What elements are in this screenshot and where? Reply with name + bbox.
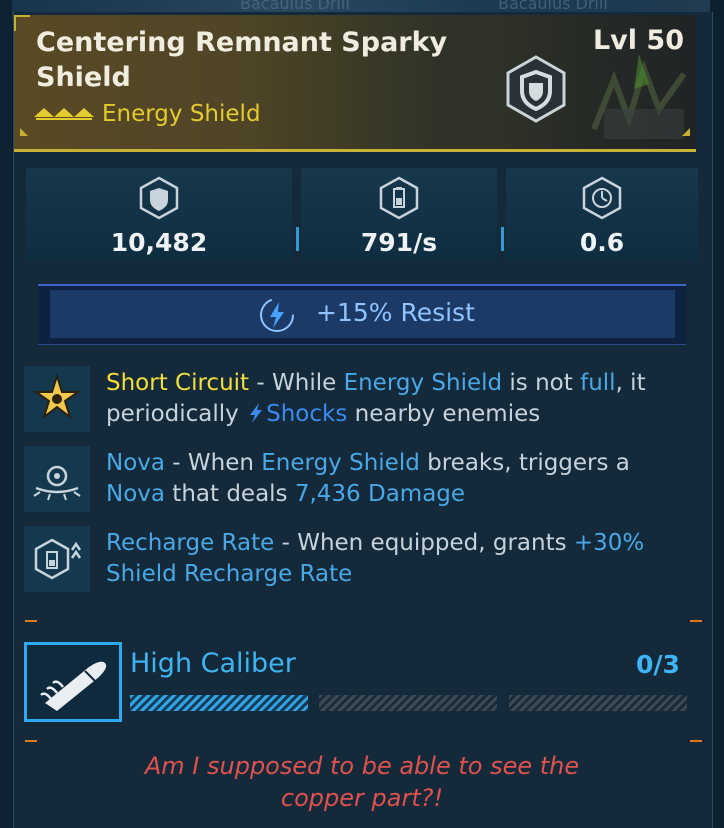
augment-label: High Caliber	[130, 648, 296, 679]
star-burst-icon	[32, 372, 82, 420]
battery-recharge-icon	[379, 176, 419, 220]
recharge-boost-icon	[34, 538, 82, 580]
bullet-icon	[40, 661, 107, 711]
augment-slot[interactable]	[24, 642, 122, 722]
resist-text: +15% Resist	[316, 298, 475, 327]
nova-icon	[33, 465, 81, 501]
stat-capacity-value: 10,482	[110, 228, 208, 257]
shield-icon	[139, 176, 179, 220]
recharge-delay-icon	[582, 176, 622, 220]
lightning-icon	[260, 298, 294, 332]
stat-recharge-rate-value: 791/s	[360, 228, 438, 257]
perk-name: Nova	[106, 450, 165, 476]
left-edge	[0, 0, 12, 828]
augment-segment-3	[509, 695, 687, 711]
stat-recharge-rate: 791/s	[301, 168, 497, 262]
perk-recharge-rate-text: Recharge Rate - When equipped, grants +3…	[106, 530, 645, 587]
augment-count: 0/3	[636, 650, 680, 679]
stat-recharge-delay-value: 0.6	[579, 228, 625, 257]
flavor-line-2: copper part?!	[280, 784, 444, 812]
shield-icon	[506, 55, 566, 123]
graffiti-decoration	[591, 54, 687, 139]
stat-capacity: 10,482	[26, 168, 292, 262]
perk-recharge-rate[interactable]	[24, 526, 90, 592]
lightning-icon	[250, 403, 263, 423]
perk-name: Recharge Rate	[106, 530, 275, 556]
item-header: Centering Remnant Sparky Shield Lvl 50 E…	[14, 15, 696, 152]
augment-segment-1	[130, 695, 308, 711]
item-name: Centering Remnant Sparky Shield	[36, 27, 448, 93]
perk-name: Short Circuit	[106, 370, 250, 396]
perk-short-circuit-text: Short Circuit - While Energy Shield is n…	[106, 370, 646, 427]
augment-segment-2	[319, 695, 497, 711]
item-level: Lvl 50	[592, 25, 684, 56]
item-type: Energy Shield	[102, 101, 261, 127]
stat-recharge-delay: 0.6	[506, 168, 698, 262]
perk-nova[interactable]	[24, 446, 90, 512]
perk-nova-text: Nova - When Energy Shield breaks, trigge…	[106, 450, 630, 507]
perk-short-circuit[interactable]	[24, 366, 90, 432]
chevrons-icon	[34, 108, 94, 120]
flavor-line-1: Am I supposed to be able to see the	[144, 752, 580, 780]
flavor-text: Am I supposed to be able to see the copp…	[60, 750, 664, 814]
